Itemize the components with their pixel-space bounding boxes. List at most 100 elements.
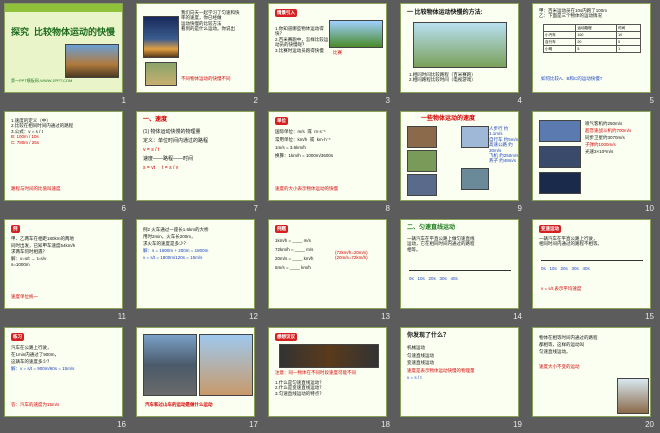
slide-6[interactable]: 1.速度的定义（中） 2.比较在相同时间内通过的路程 3.公式：v = s / tB… bbox=[4, 111, 123, 201]
slide-number: 9 bbox=[517, 204, 522, 213]
slide-number: 16 bbox=[117, 420, 126, 429]
badge: 单位 bbox=[275, 117, 288, 125]
road-line bbox=[541, 260, 643, 261]
slide-thumbnail[interactable]: 变速运动 一辆汽车在平直公路上行驶， 相同时间内通过的路程不相等。 0s 10s … bbox=[528, 216, 660, 324]
slide-thumbnail[interactable]: 单位 国际单位：m/s 或 m·s⁻¹ 常用单位：km/h 或 km·h⁻¹ 1m/… bbox=[264, 108, 396, 216]
slide-number: 2 bbox=[253, 96, 258, 105]
slide-thumbnail[interactable]: 一、速度 (1) 物体运动快慢的物理量 定义：单位时间内通过的路程 v = s / … bbox=[132, 108, 264, 216]
slide-thumbnail[interactable]: 一 比较物体运动快慢的方法: 1.相同时间比较路程（百米赛跑） 2.相同路程比较时… bbox=[396, 0, 528, 108]
slide-number: 18 bbox=[381, 420, 390, 429]
slide-thumbnail[interactable]: 喷气客机约250m/s 超音速战斗机约700m/s 同步卫星约3070m/s 子弹约1… bbox=[528, 108, 660, 216]
slide-number: 19 bbox=[513, 420, 522, 429]
slide-number: 8 bbox=[385, 204, 390, 213]
data-table: 运动路程 时间 小汽车 100 10 自行车 20 5 小明 5 1 bbox=[542, 24, 641, 53]
slide-number: 3 bbox=[385, 96, 390, 105]
slide-thumbnail[interactable]: 汽车和过山车的运动是做什么运动 17 bbox=[132, 324, 264, 432]
slide-thumbnail[interactable]: 情景引入 1.你知道哪些物体运动得快？ 2.百米赛跑中，怎样比较运 动员的快慢呢？ 3… bbox=[264, 0, 396, 108]
slide-9[interactable]: 一些物体运动的速度 人步行 约1.1m/s 自行车 约5m/s 高速公路 约30m/… bbox=[400, 111, 519, 201]
slide-thumbnail[interactable]: 二、匀速直线运动 一辆汽车在平直公路上做匀速直线 运动，它在相同时间内通过的路程相… bbox=[396, 216, 528, 324]
slide-15[interactable]: 变速运动 一辆汽车在平直公路上行驶， 相同时间内通过的路程不相等。 0s 10s … bbox=[532, 219, 651, 309]
slide-text: 一辆汽车在平直公路上行驶， 相同时间内通过的路程不相等。 bbox=[539, 236, 602, 247]
slide-text: 喷气客机约250m/s 超音速战斗机约700m/s 同步卫星约3070m/s 子弹约1… bbox=[585, 121, 632, 154]
slide-title: 二、匀速直线运动 bbox=[407, 225, 456, 231]
slide-title: 一 比较物体运动快慢的方法: bbox=[407, 10, 483, 16]
sports-photo bbox=[329, 20, 383, 48]
slide-thumbnail[interactable]: 1.速度的定义（中） 2.比较在相同时间内通过的路程 3.公式：v = s / tB… bbox=[0, 108, 132, 216]
slide-number: 11 bbox=[117, 312, 126, 321]
slide-text: 国际单位：m/s 或 m·s⁻¹ 常用单位：km/h 或 km·h⁻¹ 1m/s =… bbox=[275, 129, 334, 158]
badge: 练习 bbox=[11, 333, 24, 341]
slide-thumbnail[interactable]: 甲：百米运动员在10s内跑了100m 乙：下面是三个物体的运动情况 运动路程 时间 … bbox=[528, 0, 660, 108]
slide-thumbnail[interactable]: 例 甲、乙两车在相距180km的两地 同时出发，已知甲车速度54km/h 求两车何时… bbox=[0, 216, 132, 324]
footer-text: 如何比较A、B和C的运动快慢? bbox=[541, 76, 603, 81]
slide-thumbnail[interactable]: 练习 汽车在公路上行驶， 在1min内通过了900m， 这辆车的速度多少？ 解：v =… bbox=[0, 324, 132, 432]
map-image bbox=[413, 22, 507, 68]
slide-thumbnail[interactable]: 你发现了什么？ 机械运动 匀速直线运动 变速直线运动 速度是表示物体运动快慢的物理量 v… bbox=[396, 324, 528, 432]
slide-20[interactable]: 物体在相等时间内通过的路程 都相等，这样的运动叫 匀速直线运动。 速度大小不变的运动 bbox=[532, 327, 651, 417]
slide-title: 一、速度 bbox=[143, 117, 168, 123]
slide-2[interactable]: 我们向天一起学习了匀速和快 率的速度，你已经做 运动快慢的比较方法 看到的是什么运动。… bbox=[136, 3, 255, 93]
time-labels: 0s 10s 20s 30s 40s bbox=[409, 276, 458, 281]
slide-number: 5 bbox=[649, 96, 654, 105]
slide-number: 12 bbox=[249, 312, 258, 321]
photo-walk bbox=[407, 126, 437, 148]
slide-10[interactable]: 喷气客机约250m/s 超音速战斗机约700m/s 同步卫星约3070m/s 子弹约1… bbox=[532, 111, 651, 201]
slide-4[interactable]: 一 比较物体运动快慢的方法: 1.相同时间比较路程（百米赛跑） 2.相同路程比较时… bbox=[400, 3, 519, 93]
slide-text: 一辆汽车在平直公路上做匀速直线 运动，它在相同时间内通过的路程 相等。 bbox=[407, 236, 475, 252]
highlight-text: 答：汽车的速度为15m/s bbox=[11, 402, 60, 407]
badge: 变速运动 bbox=[539, 225, 561, 233]
photo-image bbox=[65, 44, 119, 78]
highlight-text: 速度大小不变的运动 bbox=[539, 364, 580, 369]
slide-sorter-grid: 探究 比较物体运动的快慢 第一PPT模板网-WWW.1PPT.COM 1 我们向… bbox=[0, 0, 660, 433]
photo-satellite bbox=[539, 172, 581, 194]
badge: 例 bbox=[11, 225, 20, 233]
highway-photo bbox=[143, 334, 197, 396]
slide-13[interactable]: 例题 1km/h = ____ m/s 72km/h = ____ m/s 20m/… bbox=[268, 219, 387, 309]
slide-thumbnail[interactable]: 物体在相等时间内通过的路程 都相等，这样的运动叫 匀速直线运动。 速度大小不变的运动… bbox=[528, 324, 660, 432]
slide-text: 1.你知道哪些物体运动得快？ 2.百米赛跑中，怎样比较运 动员的快慢呢？ 3.比赛时运… bbox=[275, 26, 329, 53]
slide-1[interactable]: 探究 比较物体运动的快慢 第一PPT模板网-WWW.1PPT.COM bbox=[4, 3, 123, 93]
highlight-text: 比赛 bbox=[333, 50, 342, 55]
slide-8[interactable]: 单位 国际单位：m/s 或 m·s⁻¹ 常用单位：km/h 或 km·h⁻¹ 1m/… bbox=[268, 111, 387, 201]
slide-number: 1 bbox=[121, 96, 126, 105]
slide-thumbnail[interactable]: 例题 1km/h = ____ m/s 72km/h = ____ m/s 20m/… bbox=[264, 216, 396, 324]
slide-thumbnail[interactable]: 想想议议 注意：同一物体在不同时段速度可能不同 1.什么是匀速直线运动？ 2.什么… bbox=[264, 324, 396, 432]
slide-text: 人步行 约1.1m/s 自行车 约5m/s 高速公路 约30m/s 飞机 约250m/… bbox=[489, 126, 519, 164]
cyclist-photo bbox=[617, 378, 649, 414]
photo-bird bbox=[461, 168, 489, 190]
highlight-text: 速度的大小表示物体运动的快慢 bbox=[275, 186, 338, 191]
slide-18[interactable]: 想想议议 注意：同一物体在不同时段速度可能不同 1.什么是匀速直线运动？ 2.什么… bbox=[268, 327, 387, 417]
highlight-text: 速度单位统一 bbox=[11, 294, 38, 299]
footer-text: 汽车和过山车的运动是做什么运动 bbox=[145, 402, 213, 407]
slide-text: 1.速度的定义（中） 2.比较在相同时间内通过的路程 3.公式：v = s / tB… bbox=[11, 118, 74, 145]
badge: 想想议议 bbox=[275, 333, 297, 341]
slide-text: 甲：百米运动员在10s内跑了100m 乙：下面是三个物体的运动情况 bbox=[539, 8, 608, 19]
slide-thumbnail[interactable]: 探究 比较物体运动的快慢 第一PPT模板网-WWW.1PPT.COM 1 bbox=[0, 0, 132, 108]
slide-19[interactable]: 你发现了什么？ 机械运动 匀速直线运动 变速直线运动 速度是表示物体运动快慢的物理量 v… bbox=[400, 327, 519, 417]
race-photo bbox=[145, 62, 177, 86]
photo-plane bbox=[461, 126, 489, 148]
slide-text: 甲、乙两车在相距180km的两地 同时出发，已知甲车速度54km/h 求两车何时相遇… bbox=[11, 236, 76, 267]
slide-3[interactable]: 情景引入 1.你知道哪些物体运动得快？ 2.百米赛跑中，怎样比较运 动员的快慢呢？ 3… bbox=[268, 3, 387, 93]
slide-thumbnail[interactable]: 我们向天一起学习了匀速和快 率的速度，你已经做 运动快慢的比较方法 看到的是什么运动。… bbox=[132, 0, 264, 108]
slide-number: 6 bbox=[121, 204, 126, 213]
slide-thumbnail[interactable]: 一些物体运动的速度 人步行 约1.1m/s 自行车 约5m/s 高速公路 约30m/… bbox=[396, 108, 528, 216]
slide-14[interactable]: 二、匀速直线运动 一辆汽车在平直公路上做匀速直线 运动，它在相同时间内通过的路程相… bbox=[400, 219, 519, 309]
highlight-text: 注意：同一物体在不同时段速度可能不同 bbox=[275, 370, 356, 375]
slide-12[interactable]: 例2 火车通过一座长1.6km的大桥 用时2min，火车长200m， 求火车的速度是… bbox=[136, 219, 255, 309]
dots-image bbox=[279, 344, 379, 368]
slide-5[interactable]: 甲：百米运动员在10s内跑了100m 乙：下面是三个物体的运动情况 运动路程 时间 … bbox=[532, 3, 651, 93]
slide-number: 4 bbox=[517, 96, 522, 105]
slide-thumbnail[interactable]: 例2 火车通过一座长1.6km的大桥 用时2min，火车长200m， 求火车的速度是… bbox=[132, 216, 264, 324]
slide-text: (1) 物体运动快慢的物理量 定义：单位时间内通过的路程 v = s / t 速度——… bbox=[143, 129, 209, 171]
photo-bike bbox=[407, 150, 437, 172]
slide-16[interactable]: 练习 汽车在公路上行驶， 在1min内通过了900m， 这辆车的速度多少？ 解：v =… bbox=[4, 327, 123, 417]
slide-7[interactable]: 一、速度 (1) 物体运动快慢的物理量 定义：单位时间内通过的路程 v = s / … bbox=[136, 111, 255, 201]
slide-11[interactable]: 例 甲、乙两车在相距180km的两地 同时出发，已知甲车速度54km/h 求两车何时… bbox=[4, 219, 123, 309]
slide-text: 机械运动 匀速直线运动 变速直线运动 速度是表示物体运动快慢的物理量 v = s / t bbox=[407, 345, 475, 380]
slide-text: 1.什么是匀速直线运动？ 2.什么是变速直线运动？ 3.匀速直线运动的特点？ bbox=[275, 380, 324, 396]
time-labels: 0s 10s 20s 30s 40s bbox=[541, 266, 590, 271]
slide-17[interactable]: 汽车和过山车的运动是做什么运动 bbox=[136, 327, 255, 417]
slide-number: 15 bbox=[645, 312, 654, 321]
badge: 情景引入 bbox=[275, 9, 297, 17]
